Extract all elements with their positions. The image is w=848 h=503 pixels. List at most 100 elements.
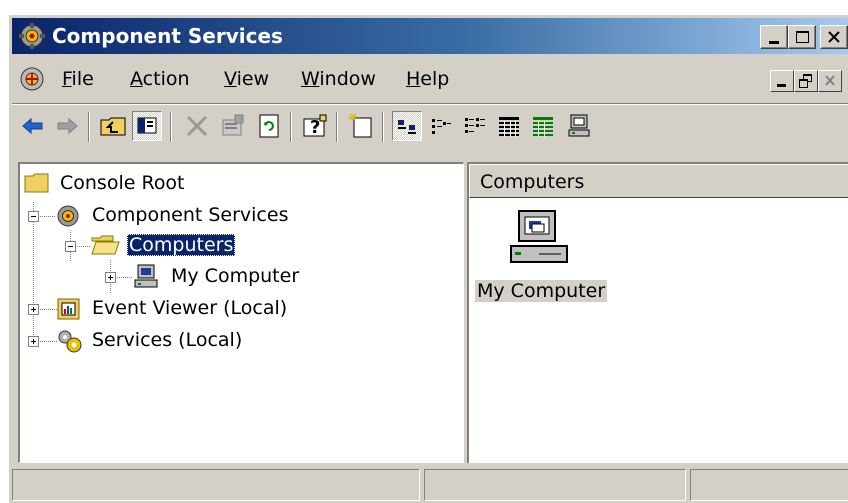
- result-pane[interactable]: Computers My Computer: [467, 162, 848, 463]
- svg-text:?: ?: [310, 117, 320, 138]
- toolbar-separator: [336, 112, 338, 142]
- menu-window-label: indow: [319, 68, 376, 90]
- tree-label-component-services: Component Services: [92, 204, 289, 226]
- maximize-icon: [796, 31, 809, 43]
- tree-node-computers[interactable]: Computers: [65, 232, 325, 260]
- tree-node-services[interactable]: Services (Local): [28, 327, 348, 355]
- tree-label-services: Services (Local): [92, 329, 243, 351]
- list-icon: [465, 118, 485, 133]
- tree-node-event-viewer[interactable]: Event Viewer (Local): [28, 295, 348, 323]
- expand-icon[interactable]: [28, 336, 39, 347]
- minimize-button[interactable]: [760, 25, 788, 49]
- window-title: Component Services: [52, 24, 283, 48]
- tree-node-component-services[interactable]: Component Services: [28, 202, 348, 230]
- computer-icon: [133, 264, 158, 288]
- tree-node-my-computer[interactable]: My Computer: [105, 263, 365, 291]
- menu-file-label: ile: [71, 68, 94, 90]
- restore-icon: [799, 74, 812, 88]
- show-hide-tree-icon: [137, 117, 157, 134]
- menu-help[interactable]: Help: [406, 68, 449, 90]
- close-icon: [828, 31, 840, 43]
- properties-button[interactable]: [218, 111, 248, 141]
- menu-bar: File Action View Window Help: [12, 59, 848, 99]
- mdi-close-button[interactable]: [818, 70, 842, 92]
- forward-button[interactable]: [52, 111, 82, 141]
- tree-label-console-root: Console Root: [60, 172, 185, 194]
- mdi-restore-button[interactable]: [794, 70, 818, 92]
- tree-label-computers: Computers: [127, 234, 236, 256]
- show-hide-tree-button[interactable]: [132, 111, 162, 141]
- help-button[interactable]: ?: [300, 111, 330, 141]
- forward-icon: [57, 117, 78, 135]
- menu-action[interactable]: Action: [130, 68, 190, 90]
- minimize-icon: [769, 41, 779, 44]
- delete-button[interactable]: [182, 111, 212, 141]
- delete-icon: [186, 115, 208, 137]
- title-bar[interactable]: Component Services: [12, 18, 848, 54]
- status-panel-1: [12, 469, 420, 501]
- folder-icon: [24, 171, 49, 195]
- computer-icon: [568, 114, 590, 137]
- tree-label-event-viewer: Event Viewer (Local): [92, 297, 288, 319]
- properties-icon: [222, 114, 244, 136]
- tree-label-my-computer: My Computer: [171, 265, 300, 287]
- component-services-window: Component Services File Action View Wind…: [8, 14, 848, 503]
- back-button[interactable]: [18, 111, 48, 141]
- help-icon: ?: [303, 114, 327, 138]
- close-button[interactable]: [820, 25, 848, 49]
- large-icons-button[interactable]: [392, 111, 422, 141]
- menu-window[interactable]: Window: [301, 68, 376, 90]
- refresh-button[interactable]: [254, 111, 284, 141]
- list-item-label: My Computer: [475, 280, 608, 302]
- status-panel-3: [690, 469, 848, 501]
- menu-view-mnemonic: V: [224, 68, 237, 90]
- mmc-console-icon[interactable]: [18, 65, 46, 93]
- detail-view-button[interactable]: [494, 111, 524, 141]
- status-bar: [12, 468, 848, 502]
- menu-view[interactable]: View: [224, 68, 269, 90]
- up-one-level-icon: [100, 117, 126, 136]
- component-services-gear-icon[interactable]: [19, 23, 45, 49]
- menu-file[interactable]: File: [62, 68, 94, 90]
- expand-icon[interactable]: [105, 272, 116, 283]
- services-gears-icon: [56, 328, 82, 353]
- minimize-icon: [777, 84, 786, 87]
- collapse-icon[interactable]: [65, 241, 76, 252]
- menu-action-mnemonic: A: [130, 68, 143, 90]
- menu-help-mnemonic: H: [406, 68, 421, 90]
- list-item-my-computer[interactable]: My Computer: [475, 208, 611, 318]
- new-window-icon: [348, 113, 372, 138]
- menu-window-mnemonic: W: [301, 68, 320, 90]
- close-icon: [825, 75, 835, 86]
- column-header[interactable]: Computers: [469, 164, 848, 198]
- event-viewer-icon: [56, 296, 80, 320]
- toolbar-separator: [290, 112, 292, 142]
- large-icons-icon: [398, 120, 416, 134]
- small-icons-button[interactable]: [426, 111, 456, 141]
- menu-file-mnemonic: F: [62, 68, 72, 90]
- collapse-icon[interactable]: [28, 211, 39, 222]
- up-one-level-button[interactable]: [98, 111, 128, 141]
- new-window-button[interactable]: [346, 111, 376, 141]
- refresh-icon: [259, 114, 279, 138]
- open-folder-icon: [91, 233, 120, 257]
- toolbar-separator: [88, 112, 90, 142]
- toolbar: ?: [12, 103, 848, 148]
- tree-pane[interactable]: Console Root Component Services Computer…: [18, 162, 464, 463]
- column-header-label: Computers: [480, 171, 585, 193]
- computer-icon: [509, 208, 573, 272]
- maximize-button[interactable]: [788, 25, 816, 49]
- filter-button[interactable]: [528, 111, 558, 141]
- list-view-button[interactable]: [460, 111, 490, 141]
- computer-button[interactable]: [564, 111, 594, 141]
- component-services-gear-icon: [55, 203, 79, 227]
- menu-help-label: elp: [420, 68, 450, 90]
- detail-icon: [499, 117, 519, 137]
- small-icons-icon: [432, 119, 451, 134]
- menu-action-label: ction: [142, 68, 190, 90]
- expand-icon[interactable]: [28, 304, 39, 315]
- mdi-minimize-button[interactable]: [770, 70, 794, 92]
- menu-view-label: iew: [236, 68, 270, 90]
- back-icon: [22, 117, 43, 135]
- tree-node-console-root[interactable]: Console Root: [24, 170, 324, 198]
